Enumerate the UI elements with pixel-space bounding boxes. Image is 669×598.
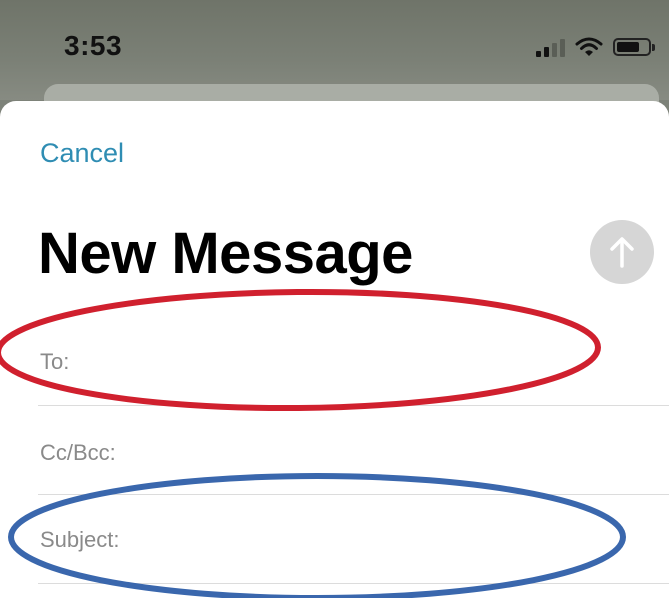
cc-bcc-label: Cc/Bcc: [40, 440, 116, 465]
subject-label: Subject: [40, 527, 120, 552]
status-icons [536, 34, 655, 60]
cc-bcc-divider [38, 494, 669, 495]
page-title: New Message [38, 221, 413, 286]
subject-field[interactable] [146, 520, 646, 560]
arrow-up-icon [610, 237, 634, 268]
to-label: To: [40, 349, 70, 374]
battery-icon [613, 38, 655, 56]
cancel-button[interactable]: Cancel [40, 138, 124, 169]
to-divider [38, 405, 669, 406]
wifi-icon [575, 37, 603, 56]
cc-bcc-field[interactable] [132, 433, 652, 473]
status-time: 3:53 [64, 30, 123, 61]
send-button[interactable] [590, 220, 654, 284]
to-field[interactable] [84, 342, 644, 382]
subject-divider [38, 583, 669, 584]
signal-icon [536, 37, 565, 57]
